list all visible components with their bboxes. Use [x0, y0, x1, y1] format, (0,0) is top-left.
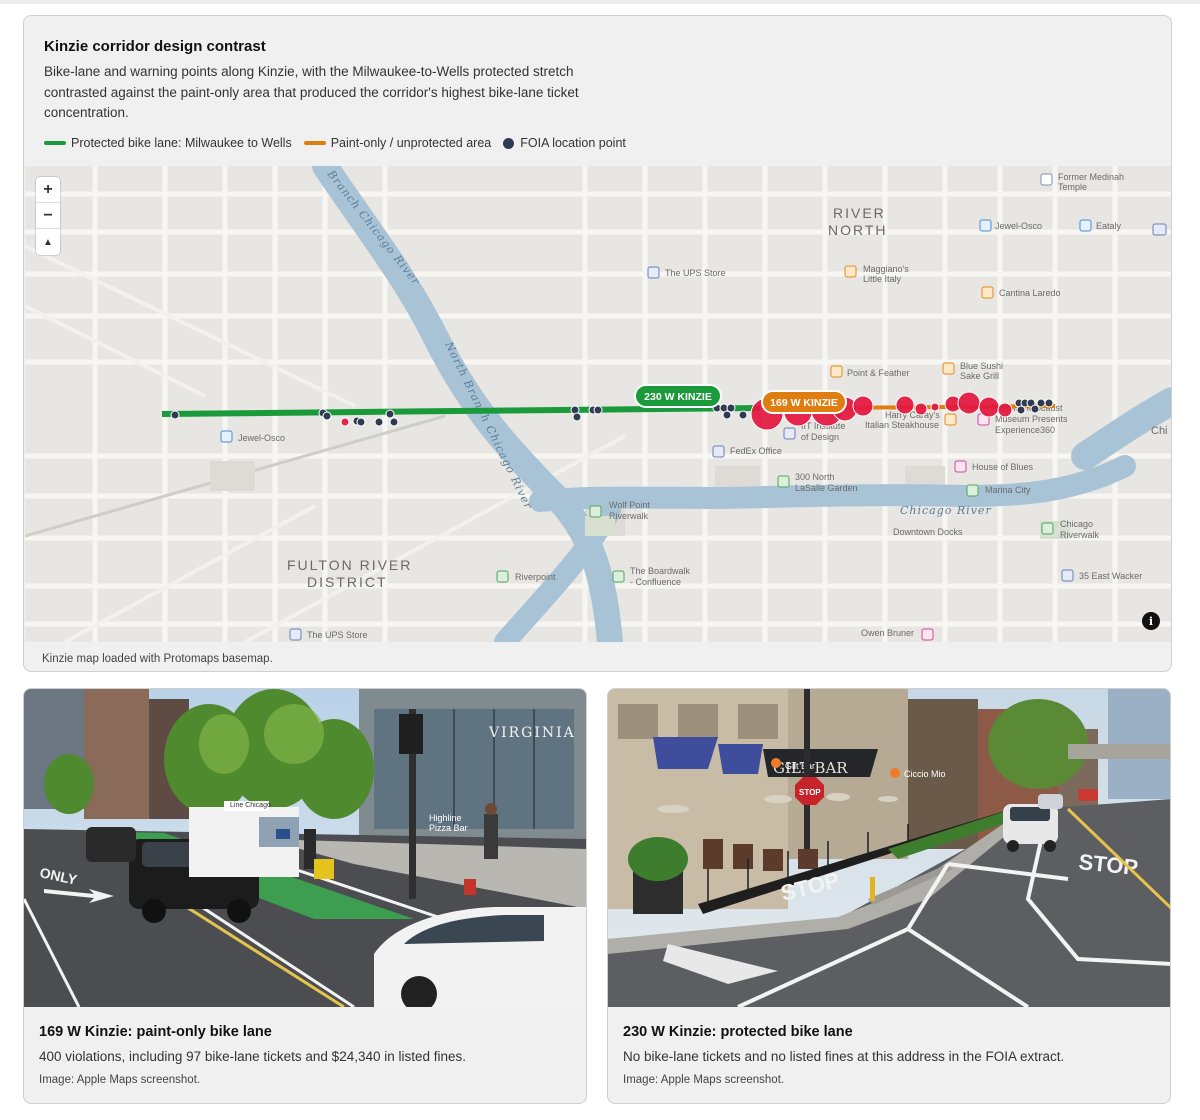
- poi-label: 300 North: [795, 472, 835, 482]
- poi-label: Little Italy: [863, 274, 902, 284]
- photo-title: 230 W Kinzie: protected bike lane: [623, 1024, 853, 1040]
- map-card: Kinzie corridor design contrast Bike-lan…: [23, 15, 1172, 672]
- svg-text:230 W KINZIE: 230 W KINZIE: [644, 391, 712, 403]
- poi-label: - Confluence: [630, 577, 681, 587]
- map-basemap: RIVER NORTH FULTON RIVER DISTRICT Branch…: [25, 166, 1171, 642]
- map-description: Bike-lane and warning points along Kinzi…: [44, 64, 579, 120]
- poi-label: Sake Grill: [960, 371, 999, 381]
- map-legend: Protected bike lane: Milwaukee to Wells …: [44, 136, 638, 150]
- poi-label: 35 East Wacker: [1079, 571, 1142, 581]
- zoom-out-button[interactable]: −: [36, 203, 60, 229]
- zoom-control: + − ▲: [36, 177, 60, 255]
- photo-title: 169 W Kinzie: paint-only bike lane: [39, 1024, 272, 1040]
- legend-protected: Protected bike lane: Milwaukee to Wells: [44, 136, 292, 150]
- poi-label: Marina City: [985, 485, 1031, 495]
- zoom-in-button[interactable]: +: [36, 177, 60, 203]
- legend-foia-label: FOIA location point: [520, 136, 626, 150]
- poi-label: Wolf Point: [609, 500, 650, 510]
- poi-label: The Boardwalk: [630, 566, 691, 576]
- pin-230-w-kinzie[interactable]: 230 W KINZIE: [634, 384, 722, 408]
- poi-label: Owen Bruner: [861, 628, 914, 638]
- poi-label: Experience360: [995, 425, 1055, 435]
- poi-label: FedEx Office: [730, 446, 782, 456]
- legend-foia-point: FOIA location point: [503, 136, 626, 150]
- photo-description: No bike-lane tickets and no listed fines…: [623, 1049, 1065, 1064]
- shop-sign-text: Highline: [429, 813, 462, 823]
- poi-label: Blue Sushi: [960, 361, 1003, 371]
- poi-label: Maggiano's: [863, 264, 909, 274]
- street-photo-230-w-kinzie: GILT BAR Gilt Bar Ciccio Mio STOP STOP S…: [608, 689, 1170, 1007]
- photo-card-230-w-kinzie: GILT BAR Gilt Bar Ciccio Mio STOP STOP S…: [607, 688, 1171, 1104]
- top-strip: [0, 0, 1200, 4]
- photo-credit: Image: Apple Maps screenshot.: [39, 1074, 201, 1086]
- orange-line-icon: [303, 141, 326, 145]
- poi-label: Jewel-Osco: [995, 221, 1042, 231]
- shop-sign-text: Gilt Bar: [785, 761, 815, 771]
- district-label: DISTRICT: [307, 574, 388, 590]
- poi-label: Former Medinah: [1058, 172, 1124, 182]
- legend-paint-only: Paint-only / unprotected area: [303, 136, 492, 150]
- poi-label: Cantina Laredo: [999, 288, 1061, 298]
- poi-label: Chi: [1151, 425, 1168, 437]
- poi-label: Riverwalk: [1060, 530, 1100, 540]
- poi-label: Chicago: [1060, 519, 1093, 529]
- district-label: NORTH: [828, 222, 888, 238]
- kinzie-map[interactable]: RIVER NORTH FULTON RIVER DISTRICT Branch…: [25, 166, 1171, 642]
- poi-label: Italian Steakhouse: [865, 420, 939, 430]
- map-title: Kinzie corridor design contrast: [44, 38, 266, 55]
- poi-label: The UPS Store: [307, 630, 368, 640]
- poi-label: House of Blues: [972, 462, 1034, 472]
- shop-sign-text: Pizza Bar: [429, 823, 468, 833]
- building-sign-text: VIRGINIA: [488, 725, 576, 741]
- poi-label: Downtown Docks: [893, 527, 963, 537]
- green-line-icon: [44, 141, 66, 145]
- photo-credit: Image: Apple Maps screenshot.: [623, 1074, 785, 1086]
- poi-label: The UPS Store: [665, 268, 726, 278]
- district-label: FULTON RIVER: [287, 557, 412, 573]
- dot-icon: [503, 137, 515, 149]
- legend-protected-label: Protected bike lane: Milwaukee to Wells: [71, 136, 292, 150]
- photo-description: 400 violations, including 97 bike-lane t…: [39, 1049, 467, 1064]
- poi-label: Harry Caray's: [885, 410, 940, 420]
- legend-paint-only-label: Paint-only / unprotected area: [330, 136, 492, 150]
- shop-sign-text: Ciccio Mio: [904, 769, 946, 779]
- compass-button[interactable]: ▲: [36, 229, 60, 255]
- district-label: RIVER: [833, 205, 886, 221]
- truck-sign-text: Line Chicago: [230, 802, 271, 809]
- stop-sign-text: STOP: [799, 788, 821, 797]
- info-icon[interactable]: i: [1142, 612, 1160, 630]
- poi-label: Riverpoint: [515, 572, 556, 582]
- river-label: Chicago River: [900, 504, 992, 517]
- pin-169-w-kinzie[interactable]: 169 W KINZIE: [761, 390, 847, 414]
- poi-label: Eataly: [1096, 221, 1122, 231]
- poi-label: Temple: [1058, 182, 1087, 192]
- poi-label: Point & Feather: [847, 368, 910, 378]
- poi-label: Riverwalk: [609, 511, 649, 521]
- svg-text:169 W KINZIE: 169 W KINZIE: [770, 397, 838, 409]
- street-photo-169-w-kinzie: ONLY Line Chicago Highline Pizza Bar VIR…: [24, 689, 586, 1007]
- map-status: Kinzie map loaded with Protomaps basemap…: [42, 653, 273, 665]
- poi-label: LaSalle Garden: [795, 483, 858, 493]
- poi-label: of Design: [801, 432, 839, 442]
- photo-card-169-w-kinzie: ONLY Line Chicago Highline Pizza Bar VIR…: [23, 688, 587, 1104]
- poi-label: Jewel-Osco: [238, 433, 285, 443]
